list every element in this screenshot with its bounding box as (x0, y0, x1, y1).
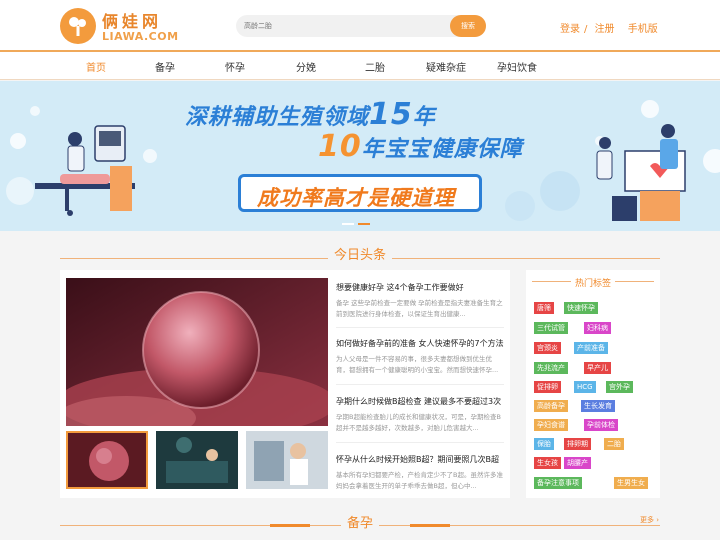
nav-item-home[interactable]: 首页 (86, 59, 106, 74)
hot-tags-panel: 热门标签 唐筛 快速怀孕三代试管 妇科病宫颈炎 产前准备 先兆流产 早产儿促排卵 HCG 宫外… (526, 270, 660, 498)
article-item[interactable]: 如何做好备孕前的准备 女人快速怀孕的7个方法 为人父母是一件不容易的事，很多夫妻… (336, 338, 504, 376)
logo-tree-icon (60, 8, 96, 44)
banner-slogan-box: 成功率高才是硬道理 (238, 174, 482, 212)
tag-item[interactable]: 备孕注意事项 (534, 477, 582, 489)
today-section-title: 今日头条 (0, 244, 720, 263)
search-button[interactable]: 搜索 (450, 15, 486, 37)
logo-text: 俩娃网 (102, 12, 163, 31)
tag-item[interactable]: 产前准备 (574, 342, 608, 354)
header: 俩娃网 LIAWA.COM 搜索 登录 / 注册 手机版 (0, 0, 720, 50)
article-item[interactable]: 怀孕从什么时候开始照B超？期间要照几次B超 基本所有孕妇都要产检，产检肯定少不了… (336, 454, 504, 492)
tag-item[interactable]: 促排卵 (534, 381, 561, 393)
thumbnail-2[interactable] (156, 431, 238, 489)
site-logo[interactable]: 俩娃网 LIAWA.COM (60, 6, 178, 46)
link-separator: / (584, 24, 588, 35)
article-title[interactable]: 如何做好备孕前的准备 女人快速怀孕的7个方法 (336, 338, 504, 349)
nav-item-difficult-cases[interactable]: 疑难杂症 (426, 59, 466, 74)
nav-item-second-child[interactable]: 二胎 (365, 59, 385, 74)
article-excerpt: 为人父母是一件不容易的事，很多夫妻都想做到优生优育，都想拥有一个健康聪明的小宝宝… (336, 355, 499, 374)
article-excerpt: 基本所有孕妇都要产检，产检肯定少不了B超。虽然许多准妈妈会拿着医生开的单子乖乖去… (336, 471, 503, 490)
tag-item[interactable]: 三代试管 (534, 322, 568, 334)
article-title[interactable]: 孕期什么时候做B超检查 建议最多不要超过3次 (336, 396, 504, 407)
tag-item[interactable]: 早产儿 (584, 362, 611, 374)
tag-item[interactable]: 胡腰产 (564, 457, 591, 469)
tag-item[interactable]: 唐筛 (534, 302, 554, 314)
banner-line1-number: 15 (369, 97, 413, 132)
tag-item[interactable]: HCG (574, 381, 596, 393)
banner-line2-text: 年宝宝健康保障 (361, 137, 523, 162)
hot-tags-title: 热门标签 (526, 276, 660, 289)
nav-item-pregnancy[interactable]: 怀孕 (225, 59, 245, 74)
hero-banner[interactable]: 深耕辅助生殖领域15年 10年宝宝健康保障 成功率高才是硬道理 (0, 81, 720, 231)
tag-item[interactable]: 高龄备孕 (534, 400, 568, 412)
tag-item[interactable]: 妇科病 (584, 322, 611, 334)
top-links: 登录 / 注册 手机版 (560, 20, 662, 35)
logo-subtitle: LIAWA.COM (102, 30, 179, 43)
tag-item[interactable]: 生男生女 (614, 477, 648, 489)
tag-item[interactable]: 孕妇食谱 (534, 419, 568, 431)
thumbnail-3[interactable] (246, 431, 328, 489)
article-item[interactable]: 想要健康好孕 这4个备孕工作要做好 备孕 这些孕前检查一定要做 孕前检查是指夫妻… (336, 282, 504, 320)
search-box: 搜索 (236, 15, 486, 37)
tag-item[interactable]: 宫外孕 (606, 381, 633, 393)
banner-dot-2[interactable] (358, 223, 370, 225)
article-item[interactable]: 孕期什么时候做B超检查 建议最多不要超过3次 孕期B超能检查胎儿的成长和健康状况… (336, 396, 504, 434)
banner-slogan: 成功率高才是硬道理 (257, 186, 455, 210)
more-link[interactable]: 更多 › (640, 515, 659, 525)
main-nav: 首页 备孕 怀孕 分娩 二胎 疑难杂症 孕妇饮食 (0, 50, 720, 80)
article-excerpt: 备孕 这些孕前检查一定要做 孕前检查是指夫妻准备生育之前到医院进行身体检查，以保… (336, 299, 503, 318)
banner-dot-1[interactable] (342, 223, 354, 225)
arrow-right-icon: › (654, 516, 660, 524)
prepare-section-title: 备孕 (0, 512, 720, 531)
tag-item[interactable]: 孕前体检 (584, 419, 618, 431)
banner-headline-1: 深耕辅助生殖领域15年 (185, 97, 436, 132)
tag-item[interactable]: 保胎 (534, 438, 554, 450)
login-link[interactable]: 登录 (560, 24, 580, 35)
article-title[interactable]: 想要健康好孕 这4个备孕工作要做好 (336, 282, 504, 293)
mobile-link[interactable]: 手机版 (628, 24, 658, 35)
tag-item[interactable]: 生长发育 (581, 400, 615, 412)
featured-image[interactable] (66, 278, 328, 426)
tag-item[interactable]: 生女孩 (534, 457, 561, 469)
banner-line1-suffix: 年 (412, 105, 436, 130)
article-title[interactable]: 怀孕从什么时候开始照B超？期间要照几次B超 (336, 454, 504, 465)
nav-item-prepare[interactable]: 备孕 (155, 59, 175, 74)
register-link[interactable]: 注册 (595, 24, 615, 35)
nav-item-diet[interactable]: 孕妇饮食 (497, 59, 537, 74)
banner-headline-2: 10年宝宝健康保障 (318, 129, 523, 164)
article-divider (336, 327, 504, 328)
nav-item-delivery[interactable]: 分娩 (296, 59, 316, 74)
more-link-text: 更多 (640, 516, 654, 524)
tag-item[interactable]: 二胎 (604, 438, 624, 450)
prepare-title-text: 备孕 (340, 516, 379, 531)
tag-item[interactable]: 先兆流产 (534, 362, 568, 374)
tag-item[interactable]: 排卵期 (564, 438, 591, 450)
thumbnail-1[interactable] (66, 431, 148, 489)
today-news-panel: 想要健康好孕 这4个备孕工作要做好 备孕 这些孕前检查一定要做 孕前检查是指夫妻… (60, 270, 510, 498)
search-input[interactable] (244, 15, 444, 37)
today-title-text: 今日头条 (327, 248, 392, 263)
banner-line1-text: 深耕辅助生殖领域 (185, 105, 370, 130)
hot-tags-title-text: 热门标签 (570, 279, 615, 289)
tag-item[interactable]: 快速怀孕 (564, 302, 598, 314)
banner-line2-number: 10 (318, 129, 362, 164)
article-divider (336, 442, 504, 443)
tag-item[interactable]: 宫颈炎 (534, 342, 561, 354)
article-divider (336, 384, 504, 385)
article-excerpt: 孕期B超能检查胎儿的成长和健康状况，可是，孕期检查B超并不是越多越好，次数越多，… (336, 413, 501, 432)
